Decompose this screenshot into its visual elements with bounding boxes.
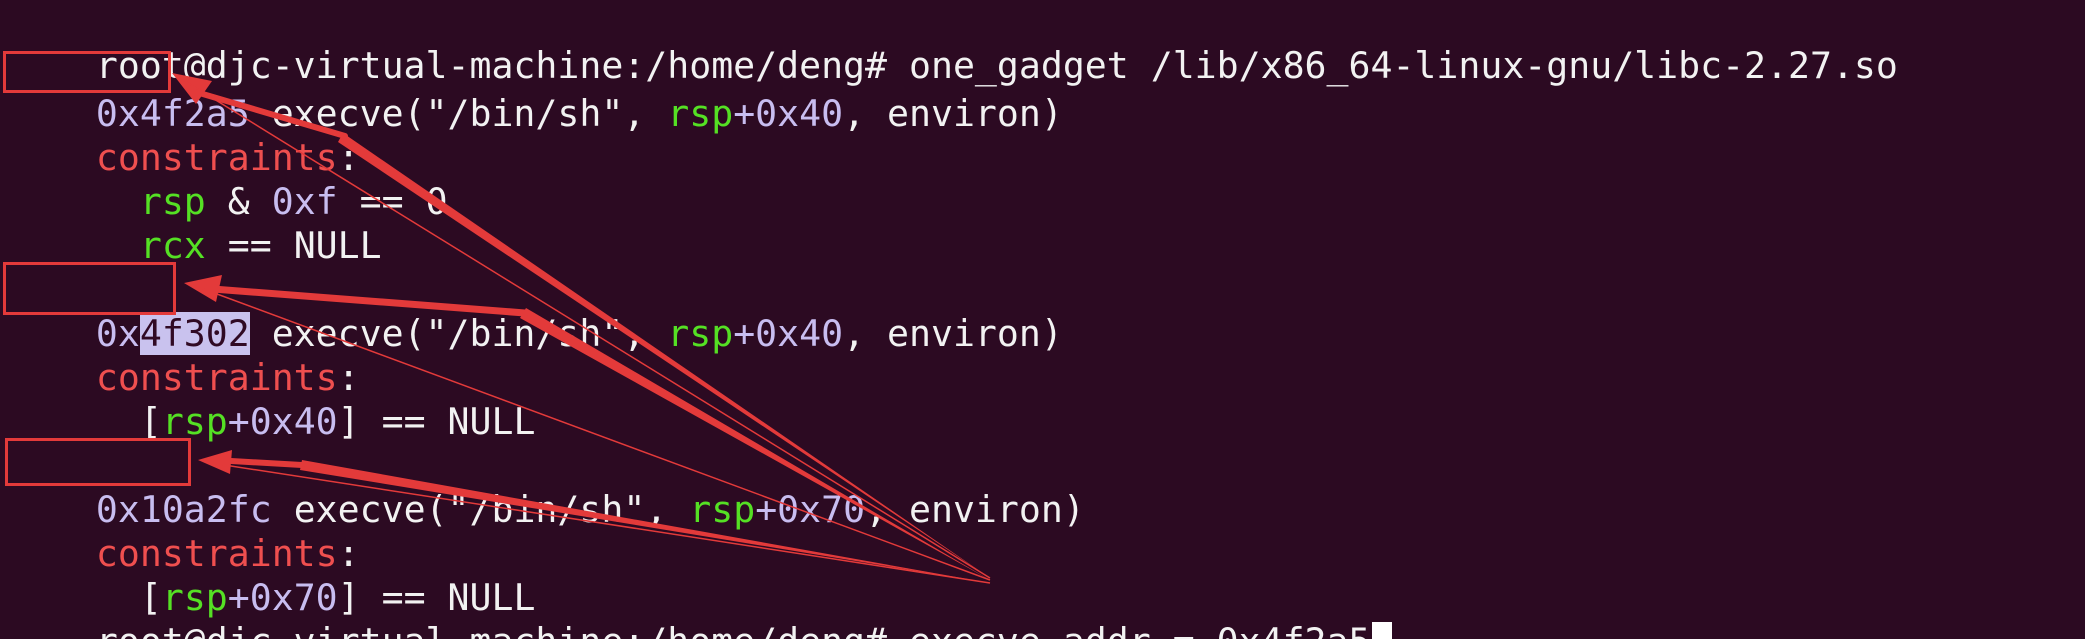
gadget-1-register: rsp xyxy=(667,92,734,135)
gadget-1-constraint-1: rsp & 0xf == 0 xyxy=(8,136,448,223)
constraint-end: == NULL xyxy=(205,224,382,267)
gadget-1-constraint-2: rcx == NULL xyxy=(8,180,382,267)
gadget-2-constraint-1: [rsp+0x40] == NULL xyxy=(8,356,536,443)
command-line-1: root@djc-virtual-machine:/home/deng# one… xyxy=(8,0,1898,87)
constraint-open: [ xyxy=(139,400,162,443)
command-text: execve_addr = 0x4f2a5 xyxy=(909,620,1370,639)
gadget-3-constraints-label: constraints: xyxy=(8,488,360,575)
annotation-box-gadget-2 xyxy=(3,262,176,315)
constraint-end: ] == NULL xyxy=(337,400,536,443)
constraint-register: rcx xyxy=(139,224,206,267)
gadget-3-offset: +0x70 xyxy=(755,488,866,531)
gadget-1-constraints-label: constraints: xyxy=(8,92,360,179)
gadget-3-constraint-1: [rsp+0x70] == NULL xyxy=(8,532,536,619)
gadget-2-constraints-label: constraints: xyxy=(8,312,360,399)
constraint-offset: +0x40 xyxy=(227,400,338,443)
command-line-2[interactable]: root@djc-virtual-machine:/home/deng# exe… xyxy=(8,576,1393,639)
text-cursor xyxy=(1372,622,1393,639)
gadget-2-offset: +0x40 xyxy=(733,312,844,355)
gadget-3-register: rsp xyxy=(689,488,756,531)
annotation-box-gadget-1 xyxy=(3,51,171,93)
constraint-register: rsp xyxy=(161,400,228,443)
gadget-2-call-suffix: , environ) xyxy=(843,312,1063,355)
gadget-1-offset: +0x40 xyxy=(733,92,844,135)
gadget-2-register: rsp xyxy=(667,312,734,355)
terminal-window[interactable]: root@djc-virtual-machine:/home/deng# one… xyxy=(0,0,2085,639)
shell-prompt: root@djc-virtual-machine:/home/deng# xyxy=(96,620,887,639)
gadget-3-call-suffix: , environ) xyxy=(865,488,1085,531)
annotation-box-gadget-3 xyxy=(5,438,191,486)
gadget-1-call-suffix: , environ) xyxy=(843,92,1063,135)
